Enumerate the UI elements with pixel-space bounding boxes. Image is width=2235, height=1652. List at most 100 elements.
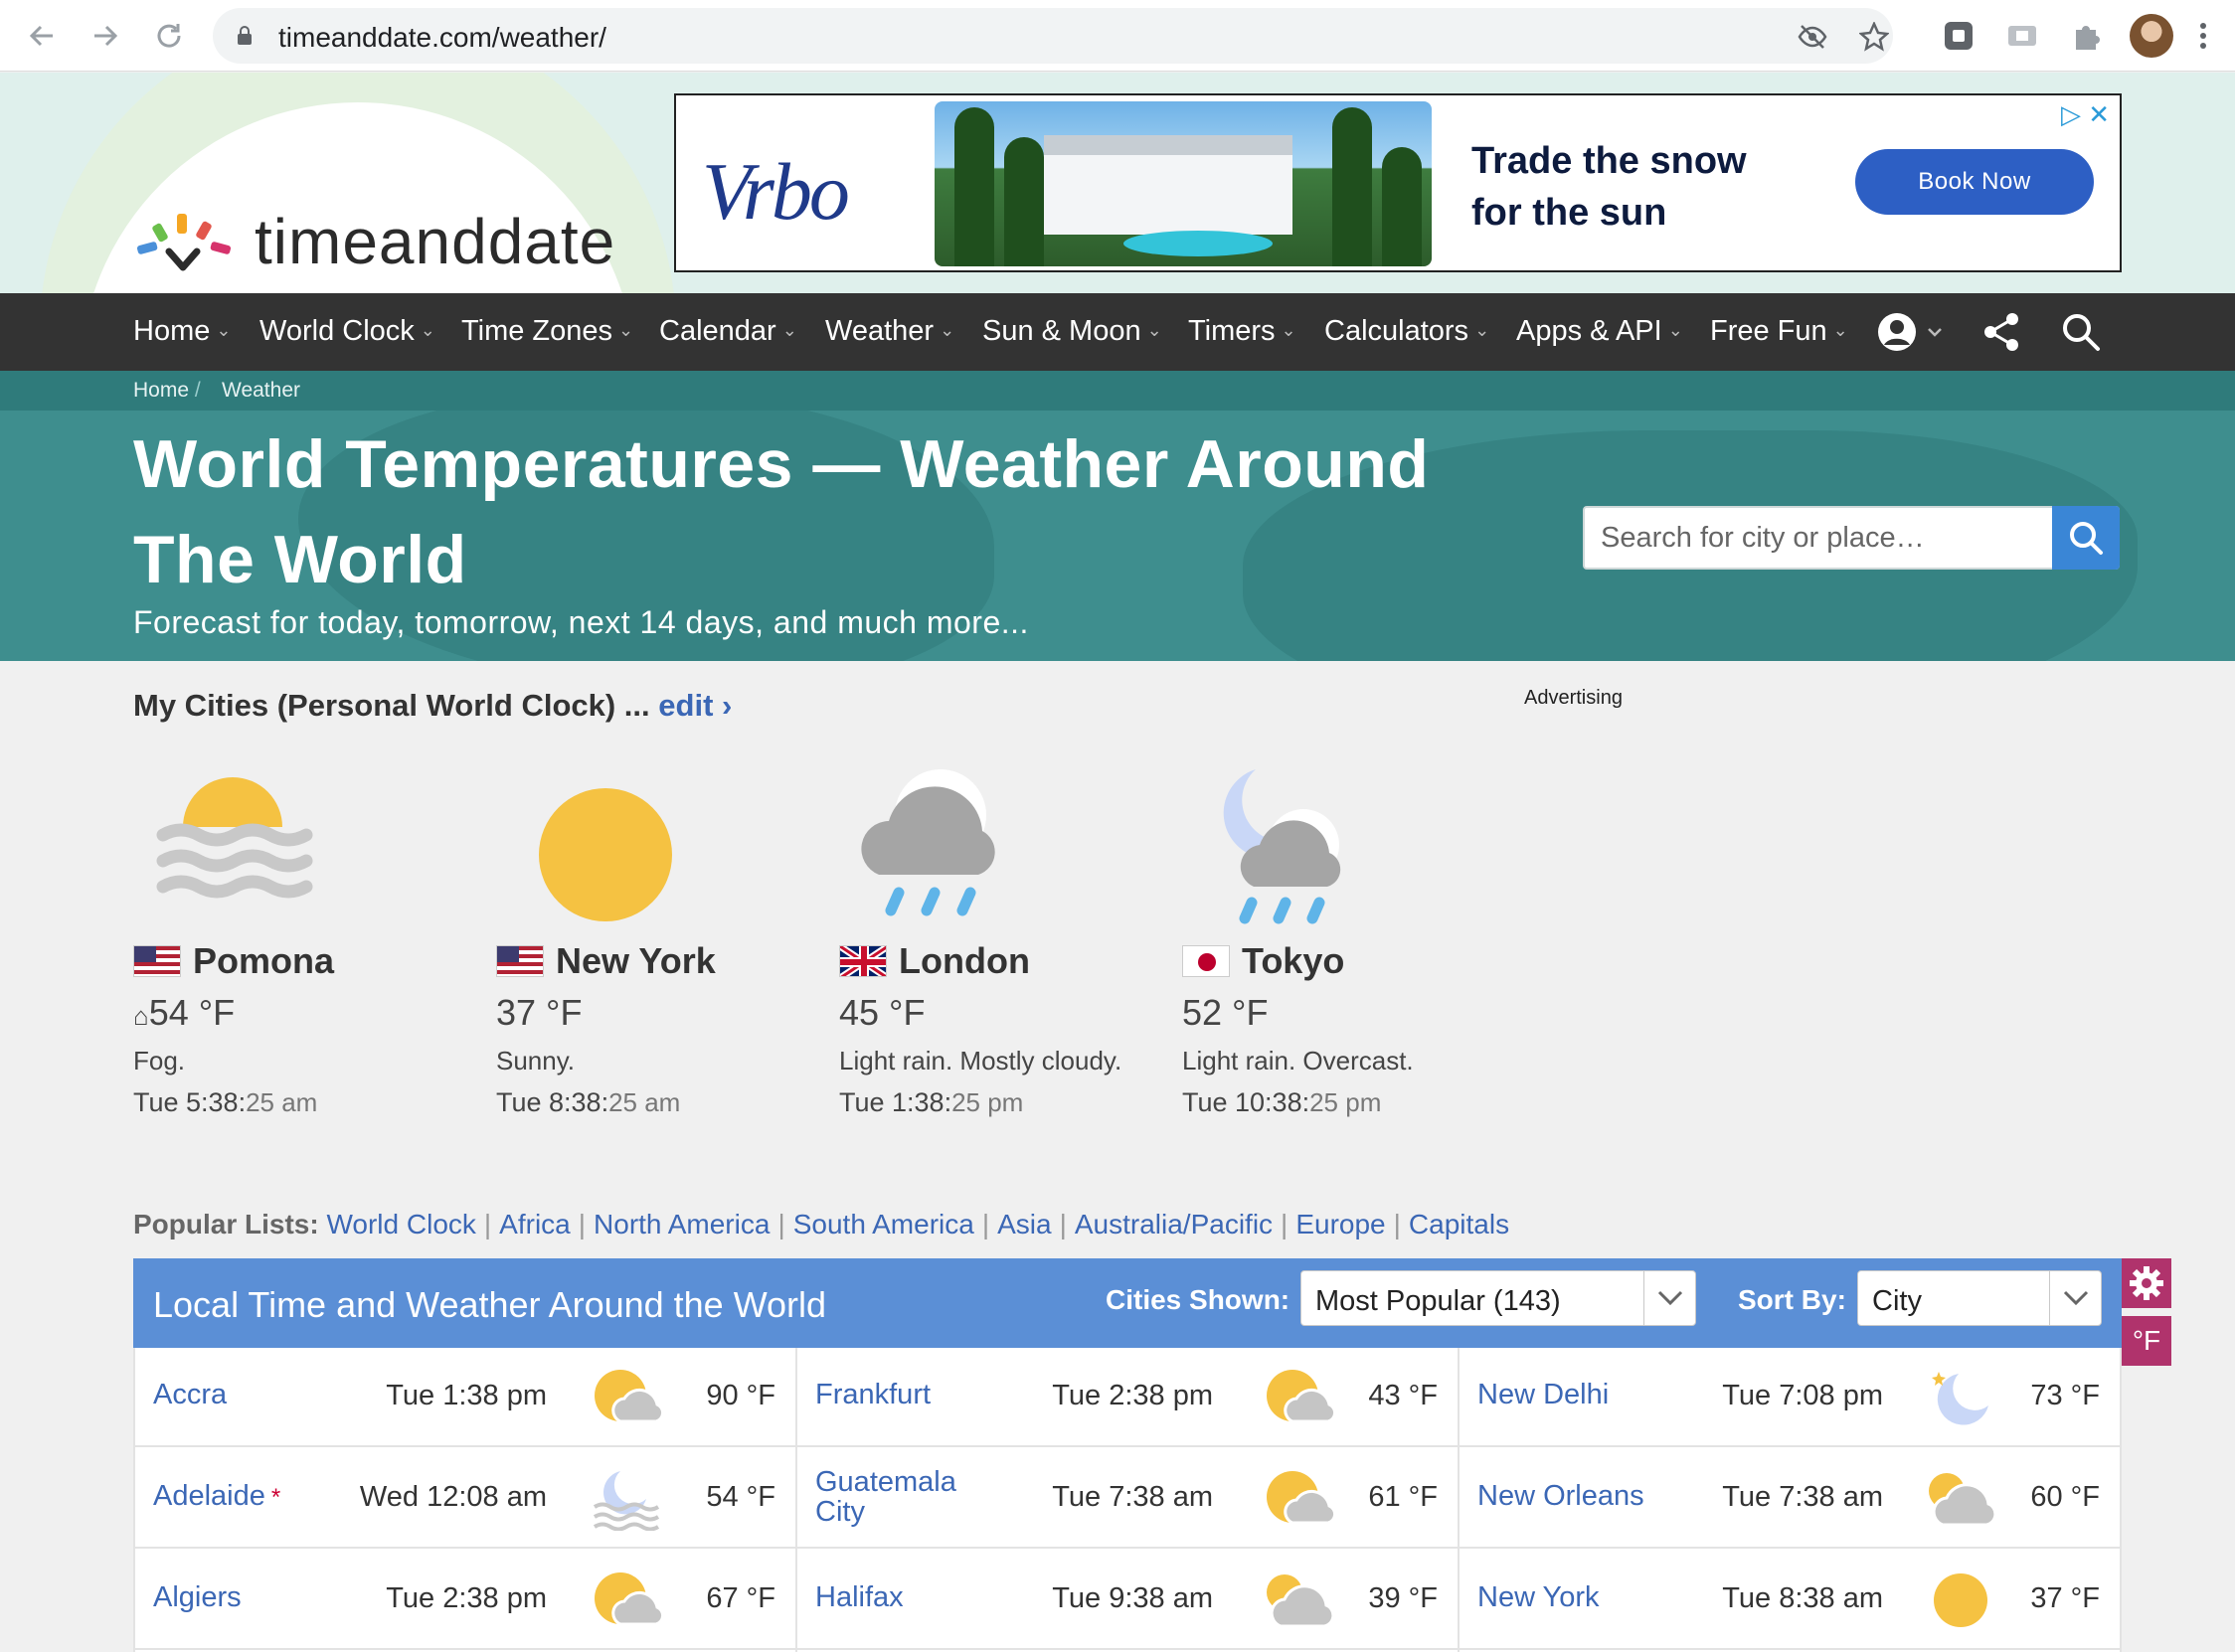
home-icon: ⌂ (133, 1001, 149, 1031)
nav-label: Timers (1188, 315, 1276, 347)
temperature-value: 54 °F (148, 992, 236, 1033)
column-divider (2120, 1348, 2122, 1652)
cities-shown-select[interactable]: Most Popular (143) (1300, 1270, 1696, 1326)
more-vert-icon[interactable] (2193, 18, 2213, 54)
nav-weather[interactable]: Weather ⌄ (825, 315, 954, 348)
table-row: Accra Tue 1:38 pm 90 °F (133, 1348, 795, 1447)
share-icon[interactable] (1978, 309, 2024, 355)
city-weather-description: Light rain. Mostly cloudy. (839, 1046, 1122, 1075)
nav-calendar[interactable]: Calendar ⌄ (659, 315, 797, 348)
logo-mark-icon (136, 214, 232, 271)
popular-link-africa[interactable]: Africa (499, 1209, 571, 1239)
separator: | (1393, 1209, 1401, 1239)
city-link[interactable]: New Delhi (1477, 1380, 1609, 1409)
nav-timers[interactable]: Timers ⌄ (1188, 315, 1296, 348)
city-link[interactable]: New Orleans (1477, 1481, 1644, 1511)
dst-marker: * (270, 1484, 281, 1511)
nav-apps-api[interactable]: Apps & API ⌄ (1516, 315, 1683, 348)
separator: | (483, 1209, 492, 1239)
city-link[interactable]: Halifax (815, 1582, 904, 1612)
unit-toggle-button[interactable]: °F (2122, 1316, 2171, 1366)
reload-icon[interactable] (149, 16, 189, 56)
site-header: timeanddate Vrbo Trade the snow for the … (0, 73, 2235, 293)
city-link[interactable]: Accra (153, 1380, 227, 1409)
city-link[interactable]: Frankfurt (815, 1380, 931, 1409)
time-seconds: 25 pm (1309, 1087, 1382, 1117)
city-local-time: Tue 8:38:25 am (496, 1087, 680, 1118)
popular-link-world-clock[interactable]: World Clock (326, 1209, 475, 1239)
city-name[interactable]: Pomona (133, 940, 334, 982)
partly-cloudy-icon (595, 1370, 662, 1423)
nav-calculators[interactable]: Calculators ⌄ (1324, 315, 1489, 348)
book-now-button[interactable]: Book Now (1855, 149, 2094, 215)
page-subtitle: Forecast for today, tomorrow, next 14 da… (133, 604, 1029, 640)
breadcrumb-home[interactable]: Home / (133, 379, 201, 403)
nav-free-fun[interactable]: Free Fun ⌄ (1710, 315, 1848, 348)
chevron-down-icon: ⌄ (1146, 320, 1162, 340)
extension-b-icon[interactable] (2004, 18, 2040, 54)
city-link[interactable]: Guatemala City (815, 1467, 974, 1527)
ad-choices-icon[interactable]: ▷ ✕ (2061, 99, 2110, 130)
jp-flag-icon (1182, 945, 1230, 977)
temperature: 39 °F (1368, 1582, 1438, 1614)
nav-label: Home (133, 315, 211, 347)
city-name[interactable]: London (839, 940, 1030, 982)
site-logo[interactable]: timeanddate (133, 202, 615, 281)
puzzle-extensions-icon[interactable] (2068, 18, 2104, 54)
address-bar[interactable]: timeanddate.com/weather/ (213, 8, 1893, 64)
profile-avatar[interactable] (2130, 14, 2173, 58)
nav-label: Calculators (1324, 315, 1469, 347)
nav-world-clock[interactable]: World Clock ⌄ (259, 315, 435, 348)
nav-home[interactable]: Home ⌄ (133, 315, 231, 348)
local-time: Tue 2:38 pm (386, 1582, 547, 1614)
city-search-button[interactable] (2052, 506, 2120, 570)
weather-table: Accra Tue 1:38 pm 90 °F Frankfurt Tue 2:… (133, 1348, 2122, 1652)
nav-label: Apps & API (1516, 315, 1662, 347)
fog-sun-icon (156, 777, 313, 899)
chevron-down-icon: ⌄ (1474, 320, 1490, 340)
temperature: 67 °F (706, 1582, 775, 1614)
url-text: timeanddate.com/weather/ (278, 22, 606, 53)
forward-arrow-icon[interactable] (86, 16, 125, 56)
city-link[interactable]: Algiers (153, 1582, 242, 1612)
popular-link-europe[interactable]: Europe (1295, 1209, 1385, 1239)
city-link[interactable]: Adelaide * (153, 1481, 280, 1513)
nav-sun-moon[interactable]: Sun & Moon ⌄ (982, 315, 1162, 348)
city-search-input[interactable] (1585, 508, 2052, 568)
chevron-down-icon: ⌄ (420, 320, 435, 340)
extension-a-icon[interactable] (1941, 18, 1977, 54)
sun-icon (1934, 1573, 1987, 1627)
search-icon[interactable] (2058, 309, 2104, 355)
popular-link-australia-pacific[interactable]: Australia/Pacific (1075, 1209, 1273, 1239)
temperature: 73 °F (2030, 1380, 2100, 1411)
table-row: Halifax Tue 9:38 am 39 °F (795, 1551, 1458, 1650)
sun-icon (539, 788, 672, 921)
uk-flag-icon (839, 945, 887, 977)
eye-off-icon[interactable] (1798, 22, 1827, 52)
star-bookmark-icon[interactable] (1859, 22, 1889, 52)
account-icon[interactable] (1875, 309, 1947, 355)
weather-table-header: Local Time and Weather Around the World … (133, 1258, 2122, 1348)
city-local-time: Tue 1:38:25 pm (839, 1087, 1023, 1118)
popular-link-south-america[interactable]: South America (793, 1209, 974, 1239)
nav-time-zones[interactable]: Time Zones ⌄ (461, 315, 633, 348)
vrbo-advertisement[interactable]: Vrbo Trade the snow for the sun Book Now… (674, 93, 2122, 272)
sort-by-select[interactable]: City (1857, 1270, 2102, 1326)
city-name[interactable]: New York (496, 940, 716, 982)
advertising-label: Advertising (1524, 687, 1623, 709)
city-link[interactable]: New York (1477, 1582, 1600, 1612)
us-flag-icon (133, 945, 181, 977)
popular-link-capitals[interactable]: Capitals (1409, 1209, 1509, 1239)
temperature: 43 °F (1368, 1380, 1438, 1411)
popular-link-north-america[interactable]: North America (594, 1209, 770, 1239)
popular-link-asia[interactable]: Asia (997, 1209, 1051, 1239)
back-arrow-icon[interactable] (22, 16, 62, 56)
temperature: 37 °F (2030, 1582, 2100, 1614)
local-time: Tue 2:38 pm (1052, 1380, 1213, 1411)
city-name[interactable]: Tokyo (1182, 940, 1344, 982)
edit-link[interactable]: edit › (658, 688, 732, 723)
breadcrumb-label: Home (133, 379, 190, 402)
local-time: Tue 1:38 pm (386, 1380, 547, 1411)
settings-gear-button[interactable] (2122, 1258, 2171, 1308)
partly-cloudy-icon (1267, 1370, 1334, 1423)
